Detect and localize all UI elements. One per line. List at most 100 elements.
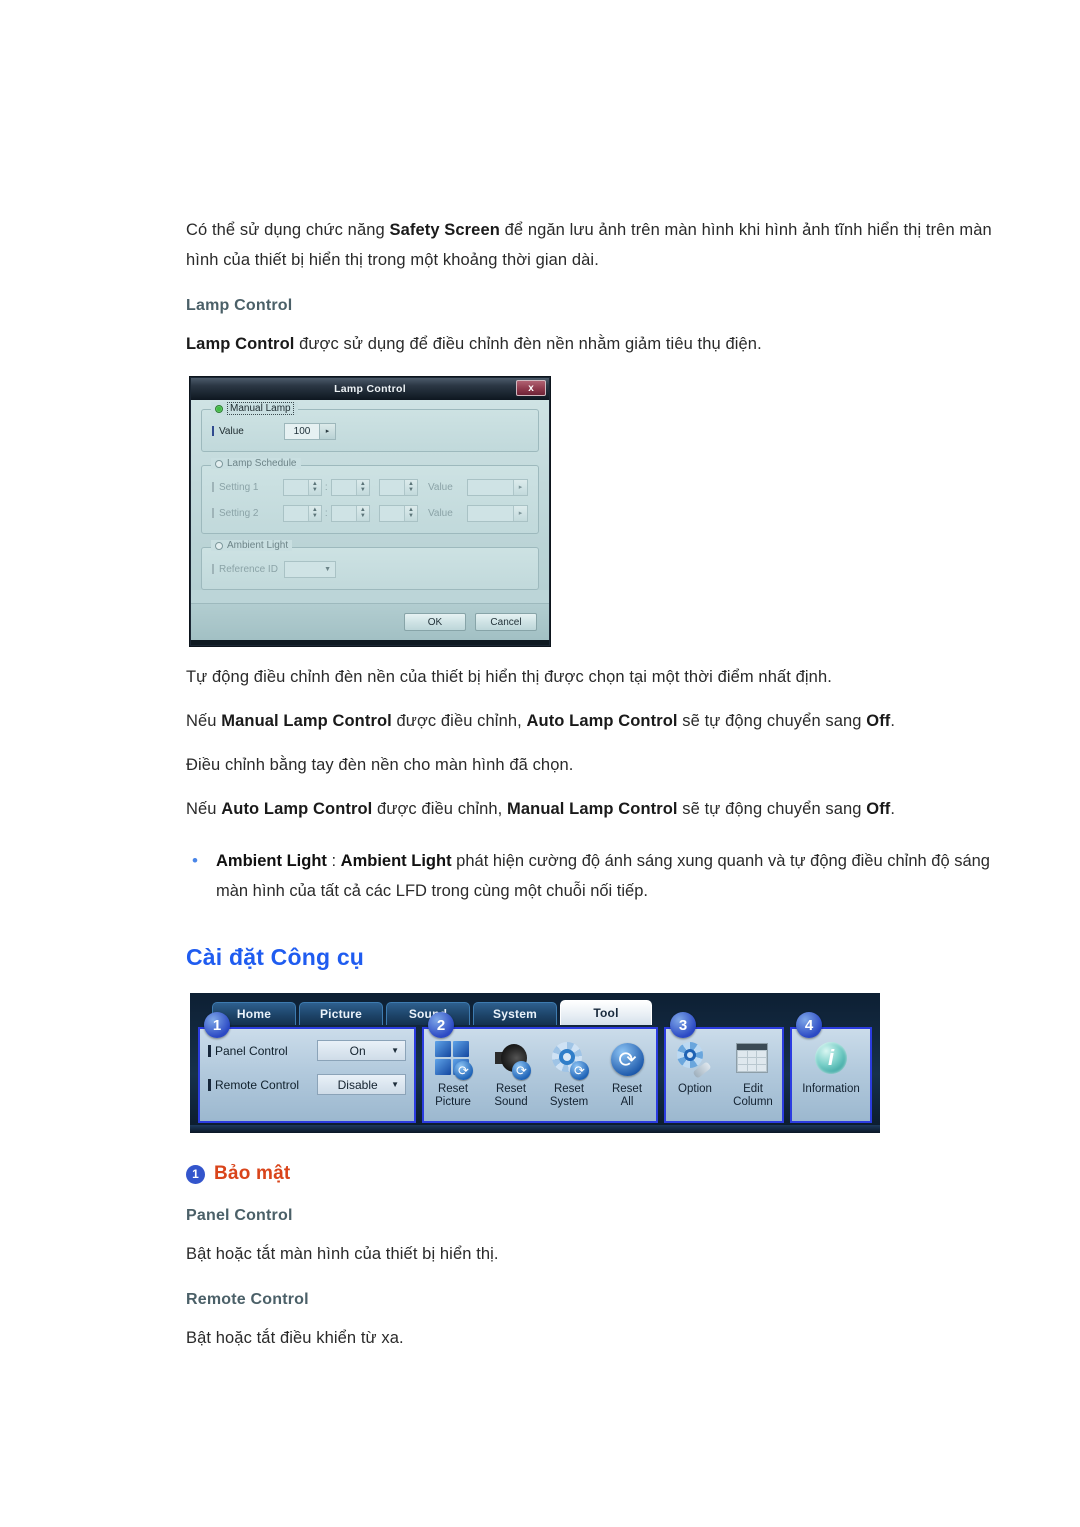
- manual-lamp-value-input[interactable]: 100 ▸: [284, 422, 336, 440]
- tab-system[interactable]: System: [473, 1002, 557, 1025]
- note4-seg5: sẽ tự động chuyển sang: [677, 800, 867, 818]
- stepper-arrows-icon[interactable]: ▲ ▼: [355, 479, 369, 495]
- setting-1-value-input[interactable]: ▸: [467, 478, 528, 496]
- gear-wrench-icon: [677, 1042, 712, 1079]
- information-button[interactable]: i Information: [792, 1040, 870, 1096]
- refresh-badge-icon: ⟳: [454, 1061, 473, 1080]
- field-tick-icon: [212, 426, 214, 436]
- bullet-separator: :: [326, 852, 341, 870]
- option-button[interactable]: Option: [666, 1040, 724, 1096]
- reference-id-label: Reference ID: [212, 564, 284, 575]
- setting-2-value-label: Value: [427, 507, 453, 519]
- field-tick-icon: [212, 482, 214, 492]
- cap-line2: All: [620, 1096, 634, 1108]
- note2-seg1: Nếu: [186, 712, 222, 730]
- remote-control-text: Remote Control: [215, 1077, 300, 1092]
- cap-line2: System: [549, 1096, 589, 1108]
- refresh-large-icon: ⟳: [611, 1043, 644, 1076]
- lamp-schedule-radio[interactable]: [215, 459, 223, 468]
- reset-sound-caption: Reset Sound: [494, 1083, 527, 1109]
- chevron-down-icon[interactable]: ▼: [391, 1046, 399, 1055]
- lamp-control-bold-term: Lamp Control: [186, 335, 295, 353]
- stepper-arrows-icon[interactable]: ▲ ▼: [355, 505, 369, 521]
- edit-column-caption: Edit Column: [733, 1083, 773, 1109]
- reset-sound-button[interactable]: ⟳ Reset Sound: [482, 1040, 540, 1109]
- manual-lamp-radio[interactable]: [215, 404, 223, 413]
- schedule-setting-1-row: Setting 1 ▲ ▼ : ▲ ▼ ▲ ▼ Value ▸: [212, 477, 528, 497]
- edit-column-button[interactable]: Edit Column: [724, 1040, 782, 1109]
- option-caption: Option: [678, 1083, 712, 1096]
- table-column-icon: [736, 1043, 768, 1073]
- note4-seg2: Auto Lamp Control: [221, 800, 373, 818]
- reference-id-select[interactable]: ▼: [284, 560, 336, 578]
- reset-picture-button[interactable]: ⟳ Reset Picture: [424, 1040, 482, 1109]
- reset-all-button[interactable]: ⟳ Reset All: [598, 1040, 656, 1109]
- note-paragraph-1: Tự động điều chỉnh đèn nền của thiết bị …: [186, 668, 832, 686]
- panel-control-row: Panel Control On ▼: [200, 1038, 414, 1063]
- field-tick-icon: [212, 508, 214, 518]
- ambient-light-radio[interactable]: [215, 541, 223, 550]
- chevron-down-icon[interactable]: ▼: [391, 1080, 399, 1089]
- setting-2-hour-stepper[interactable]: ▲ ▼: [282, 504, 322, 522]
- panel-control-text: Panel Control: [215, 1043, 288, 1058]
- tab-picture[interactable]: Picture: [299, 1002, 383, 1025]
- time-colon-1: :: [324, 481, 328, 493]
- remote-control-select[interactable]: Disable ▼: [317, 1074, 406, 1095]
- setting-1-second-stepper[interactable]: ▲ ▼: [378, 478, 418, 496]
- setting-1-hour-stepper[interactable]: ▲ ▼: [282, 478, 322, 496]
- note4-seg1: Nếu: [186, 800, 222, 818]
- cap-line1: Option: [678, 1083, 712, 1095]
- reset-system-button[interactable]: ⟳ Reset System: [540, 1040, 598, 1109]
- ambient-light-label: Ambient Light: [227, 540, 289, 551]
- ok-button[interactable]: OK: [404, 613, 466, 631]
- document-page: Có thể sử dụng chức năng Safety Screen đ…: [0, 0, 1080, 1527]
- ribbon-panel-options: 3 Option Edit Column: [664, 1012, 784, 1123]
- chevron-down-icon[interactable]: ▼: [324, 566, 331, 573]
- reset-picture-caption: Reset Picture: [435, 1083, 471, 1109]
- edit-column-icon: [733, 1040, 773, 1080]
- cap-line1: Reset: [495, 1083, 527, 1095]
- refresh-badge-icon: ⟳: [512, 1061, 531, 1080]
- stepper-arrows-icon[interactable]: ▲ ▼: [307, 479, 321, 495]
- ribbon-panel-security: 1 Panel Control On ▼ Remote Control Disa…: [198, 1012, 416, 1123]
- refresh-badge-icon: ⟳: [570, 1061, 589, 1080]
- stepper-arrows-icon[interactable]: ▲ ▼: [307, 505, 321, 521]
- note2-seg7: .: [890, 712, 896, 730]
- value-right-arrow-icon[interactable]: ▸: [513, 505, 527, 521]
- information-icon: i: [811, 1040, 851, 1080]
- stepper-arrows-icon[interactable]: ▲ ▼: [403, 479, 417, 495]
- remote-control-subheading: Remote Control: [186, 1291, 309, 1308]
- setting-2-second-stepper[interactable]: ▲ ▼: [378, 504, 418, 522]
- security-badge: 1: [186, 1164, 205, 1184]
- setting-1-text: Setting 1: [219, 481, 259, 493]
- spin-right-arrow-icon[interactable]: ▸: [319, 423, 335, 439]
- panel-control-select[interactable]: On ▼: [317, 1040, 406, 1061]
- setting-2-value-input[interactable]: ▸: [467, 504, 528, 522]
- value-right-arrow-icon[interactable]: ▸: [513, 479, 527, 495]
- reset-system-caption: Reset System: [550, 1083, 588, 1109]
- lamp-schedule-label: Lamp Schedule: [227, 458, 297, 469]
- page-content: Có thể sử dụng chức năng Safety Screen đ…: [186, 215, 998, 1371]
- manual-lamp-label: Manual Lamp: [227, 402, 294, 415]
- setting-1-label: Setting 1: [212, 482, 283, 493]
- ambient-light-group: Ambient Light Reference ID ▼: [201, 540, 539, 590]
- note2-seg6: Off: [866, 712, 891, 730]
- reference-id-row: Reference ID ▼: [212, 559, 528, 579]
- setting-1-minute-stepper[interactable]: ▲ ▼: [330, 478, 370, 496]
- dialog-title-text: Lamp Control: [334, 383, 406, 395]
- close-icon[interactable]: x: [516, 380, 546, 396]
- note2-seg3: được điều chỉnh,: [391, 712, 527, 730]
- ambient-light-bullet: • Ambient Light : Ambient Light phát hiệ…: [186, 846, 998, 906]
- note-paragraph-3: Điều chỉnh bằng tay đèn nền cho màn hình…: [186, 756, 574, 774]
- field-tick-icon: [208, 1044, 211, 1057]
- information-caption: Information: [802, 1083, 860, 1096]
- stepper-arrows-icon[interactable]: ▲ ▼: [403, 505, 417, 521]
- cap-line2: Column: [733, 1096, 773, 1108]
- setting-2-label: Setting 2: [212, 508, 283, 519]
- ribbon-panel-reset: 2 ⟳ Reset Picture ⟳ Reset Sound ⟳ Reset …: [422, 1012, 658, 1123]
- panel-control-body: Bật hoặc tắt màn hình của thiết bị hiển …: [186, 1245, 499, 1263]
- tab-tool[interactable]: Tool: [560, 1000, 652, 1025]
- setting-2-minute-stepper[interactable]: ▲ ▼: [330, 504, 370, 522]
- page-title: Cài đặt Công cụ: [186, 944, 365, 970]
- cancel-button[interactable]: Cancel: [475, 613, 537, 631]
